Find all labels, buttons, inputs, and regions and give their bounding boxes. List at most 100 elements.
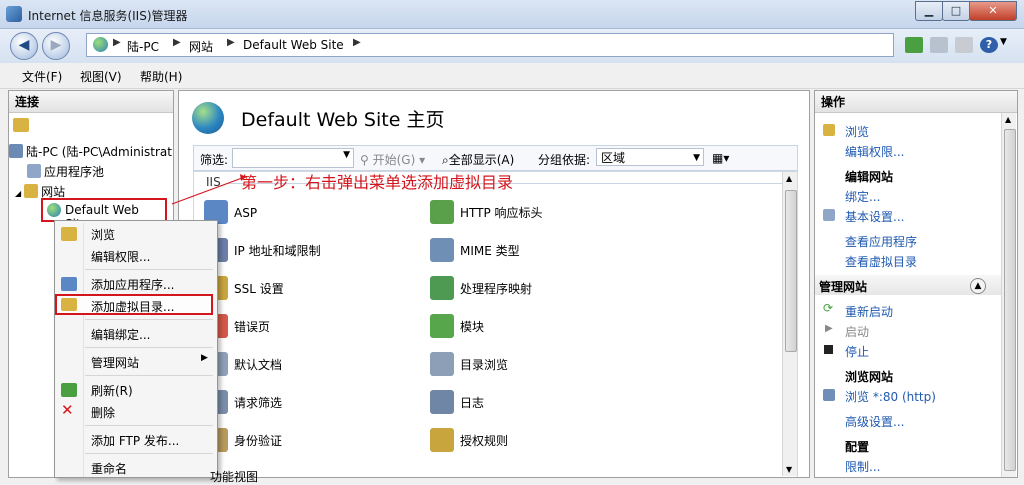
start-button[interactable]: ⚲ 开始(G) ▾ xyxy=(360,151,425,168)
groupby-select[interactable]: 区域 ▼ xyxy=(596,148,704,166)
start-icon: ▶ xyxy=(825,323,833,334)
refresh-icon[interactable] xyxy=(905,37,923,53)
section-configure: 配置 xyxy=(845,440,870,454)
breadcrumb-sites[interactable]: 网站 xyxy=(189,38,213,55)
action-restart[interactable]: 重新启动 xyxy=(845,303,893,320)
tree-item-default-web-site[interactable]: Default Web Site xyxy=(41,198,167,231)
features-view: IIS ASP IP 地址和域限制 SSL 设置 错误页 默认文档 请求筛选 身… xyxy=(193,171,798,477)
scroll-down-icon[interactable]: ▼ xyxy=(786,465,792,474)
action-start[interactable]: 启动 xyxy=(845,323,869,340)
server-icon xyxy=(9,144,23,158)
ctx-edit-bindings[interactable]: 编辑绑定... xyxy=(91,326,150,343)
feature-ip-restrictions[interactable]: IP 地址和域限制 xyxy=(204,238,321,262)
refresh-icon xyxy=(61,383,77,397)
ctx-browse[interactable]: 浏览 xyxy=(91,226,115,243)
actions-header: 操作 xyxy=(815,91,1017,113)
menu-help[interactable]: 帮助(H) xyxy=(140,68,182,85)
chevron-down-icon[interactable]: ▼ xyxy=(1000,37,1007,47)
section-browse-site: 浏览网站 xyxy=(845,370,894,384)
authorization-rules-icon xyxy=(430,428,454,452)
ctx-add-virtual-directory[interactable]: 添加虚拟目录... xyxy=(55,294,213,315)
maximize-button[interactable]: □ xyxy=(942,1,970,21)
main-content: Default Web Site 主页 筛选: ▼ ⚲ 开始(G) ▾ ⌕全部显… xyxy=(178,90,810,478)
feature-http-headers[interactable]: HTTP 响应标头 xyxy=(430,200,543,224)
minimize-button[interactable]: ▁ xyxy=(915,1,943,21)
menu-separator xyxy=(85,453,213,454)
logging-icon xyxy=(430,390,454,414)
add-virtual-directory-icon xyxy=(61,298,77,311)
action-view-virtual-directories[interactable]: 查看虚拟目录 xyxy=(845,253,917,270)
features-scrollbar[interactable]: ▲ ▼ xyxy=(782,172,797,476)
stop-icon[interactable] xyxy=(930,37,948,53)
scroll-up-icon[interactable]: ▲ xyxy=(1005,115,1011,124)
http-headers-icon xyxy=(430,200,454,224)
actions-scrollbar[interactable]: ▲ xyxy=(1001,113,1016,477)
tree-item-server[interactable]: 陆-PC (陆-PC\Administrat xyxy=(9,143,172,160)
scroll-thumb[interactable] xyxy=(1004,129,1016,471)
action-advanced-settings[interactable]: 高级设置... xyxy=(845,413,904,430)
submenu-arrow-icon: ▶ xyxy=(201,353,208,363)
show-all-button[interactable]: ⌕全部显示(A) xyxy=(442,151,514,168)
page-title: Default Web Site 主页 xyxy=(241,109,445,131)
stop-icon xyxy=(824,345,833,354)
ctx-refresh[interactable]: 刷新(R) xyxy=(91,382,133,399)
feature-modules[interactable]: 模块 xyxy=(430,314,484,338)
show-all-icon: ⌕ xyxy=(442,153,449,167)
ctx-delete[interactable]: 删除 xyxy=(91,404,115,421)
filter-input[interactable]: ▼ xyxy=(232,148,354,168)
ctx-add-application[interactable]: 添加应用程序... xyxy=(91,276,174,293)
tutorial-annotation: 第一步：右击弹出菜单选添加虚拟目录 xyxy=(241,173,514,192)
chevron-down-icon[interactable]: ▼ xyxy=(343,150,350,160)
tab-features-view[interactable]: 功能视图 xyxy=(210,468,258,485)
collapse-up-icon[interactable]: ▲ xyxy=(970,278,986,294)
view-mode-icon[interactable]: ▦▾ xyxy=(712,151,729,165)
action-browse-http[interactable]: 浏览 *:80 (http) xyxy=(845,388,936,405)
app-pool-icon xyxy=(27,164,41,178)
ctx-edit-permissions[interactable]: 编辑权限... xyxy=(91,248,150,265)
add-application-icon xyxy=(61,277,77,291)
annotation-arrow-icon xyxy=(171,174,246,205)
browse-icon xyxy=(61,227,77,241)
help-icon[interactable]: ? xyxy=(980,37,998,53)
expand-arrow-icon[interactable]: ◢ xyxy=(15,189,21,198)
action-browse[interactable]: 浏览 xyxy=(845,123,869,140)
action-basic-settings[interactable]: 基本设置... xyxy=(845,208,904,225)
feature-logging[interactable]: 日志 xyxy=(430,390,484,414)
delete-icon: ✕ xyxy=(61,401,74,419)
menu-file[interactable]: 文件(F) xyxy=(22,68,62,85)
feature-mime-types[interactable]: MIME 类型 xyxy=(430,238,520,262)
ctx-rename[interactable]: 重命名 xyxy=(91,460,127,477)
breadcrumb-site[interactable]: Default Web Site xyxy=(243,38,344,52)
address-bar[interactable]: ▶ 陆-PC ▶ 网站 ▶ Default Web Site ▶ xyxy=(86,33,894,57)
home-icon[interactable] xyxy=(955,37,973,53)
scroll-up-icon[interactable]: ▲ xyxy=(786,174,792,183)
handler-mappings-icon xyxy=(430,276,454,300)
action-stop[interactable]: 停止 xyxy=(845,343,869,360)
ctx-manage-site[interactable]: 管理网站 xyxy=(91,354,139,371)
groupby-label: 分组依据: xyxy=(538,153,591,167)
feature-directory-browsing[interactable]: 目录浏览 xyxy=(430,352,508,376)
breadcrumb-computer[interactable]: 陆-PC xyxy=(127,38,159,55)
tree-item-app-pools[interactable]: 应用程序池 xyxy=(27,163,104,180)
action-limits[interactable]: 限制... xyxy=(845,458,880,475)
title-bar: Internet 信息服务(IIS)管理器 ▁ □ ✕ xyxy=(0,0,1024,29)
close-button[interactable]: ✕ xyxy=(969,1,1017,21)
feature-handler-mappings[interactable]: 处理程序映射 xyxy=(430,276,532,300)
chevron-down-icon: ▼ xyxy=(693,153,700,163)
ctx-add-ftp-publishing[interactable]: 添加 FTP 发布... xyxy=(91,432,179,449)
connect-icon[interactable] xyxy=(13,118,29,132)
action-view-applications[interactable]: 查看应用程序 xyxy=(845,233,917,250)
menu-separator xyxy=(85,425,213,426)
actions-panel: 操作 浏览 编辑权限... 编辑网站 绑定... 基本设置... 查看应用程序 … xyxy=(814,90,1018,478)
action-bindings[interactable]: 绑定... xyxy=(845,188,880,205)
action-edit-permissions[interactable]: 编辑权限... xyxy=(845,143,904,160)
menu-separator xyxy=(85,269,213,270)
menu-separator xyxy=(85,347,213,348)
feature-authorization-rules[interactable]: 授权规则 xyxy=(430,428,508,452)
menu-view[interactable]: 视图(V) xyxy=(80,68,122,85)
forward-button[interactable]: ▶ xyxy=(42,32,70,60)
chevron-right-icon: ▶ xyxy=(173,37,181,48)
chevron-right-icon[interactable]: ▶ xyxy=(353,37,361,48)
scroll-thumb[interactable] xyxy=(785,190,797,352)
back-button[interactable]: ◀ xyxy=(10,32,38,60)
